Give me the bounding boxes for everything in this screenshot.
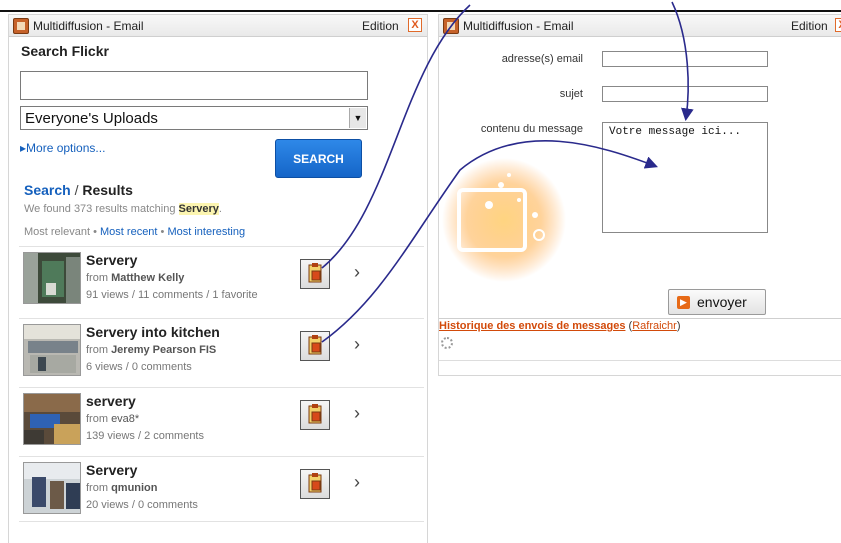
photo-thumbnail[interactable] bbox=[23, 462, 81, 514]
history-line: Historique des envois de messages (Rafra… bbox=[439, 320, 681, 332]
widget-header: Multidiffusion - Email Edition X bbox=[439, 15, 841, 37]
result-title[interactable]: servery bbox=[86, 393, 136, 409]
photo-thumbnail[interactable] bbox=[23, 324, 81, 376]
result-title[interactable]: Servery into kitchen bbox=[86, 324, 220, 340]
chevron-right-icon[interactable]: › bbox=[354, 334, 360, 355]
divider bbox=[439, 318, 841, 319]
photo-thumbnail[interactable] bbox=[23, 252, 81, 304]
results-heading: Search / Results bbox=[24, 182, 133, 198]
sort-relevant: Most relevant bbox=[24, 226, 91, 238]
sort-bullet: • bbox=[160, 226, 165, 238]
divider bbox=[439, 360, 841, 361]
refresh-link[interactable]: Rafraichr bbox=[632, 320, 677, 332]
sort-interesting-link[interactable]: Most interesting bbox=[167, 226, 245, 238]
email-input[interactable] bbox=[602, 51, 768, 67]
chevron-right-icon[interactable]: › bbox=[354, 472, 360, 493]
results-count: We found 373 results matching Servery. bbox=[24, 203, 222, 215]
paren-close: ) bbox=[676, 320, 681, 332]
author-name[interactable]: Matthew Kelly bbox=[111, 272, 184, 284]
send-label: envoyer bbox=[697, 294, 747, 310]
result-row[interactable]: Servery from Matthew Kelly 91 views / 11… bbox=[19, 246, 424, 312]
send-icon: ▶ bbox=[677, 296, 690, 309]
result-author: from qmunion bbox=[86, 482, 158, 494]
result-row[interactable]: servery from eva8* 139 views / 2 comment… bbox=[19, 387, 424, 453]
edition-link[interactable]: Edition bbox=[362, 19, 399, 33]
send-button[interactable]: ▶ envoyer bbox=[668, 289, 766, 315]
from-prefix: from bbox=[86, 482, 108, 494]
dropdown-arrow-icon[interactable]: ▼ bbox=[349, 108, 366, 128]
from-prefix: from bbox=[86, 413, 108, 425]
copy-to-email-button[interactable] bbox=[300, 331, 330, 361]
sort-options: Most relevant • Most recent • Most inter… bbox=[24, 226, 245, 238]
result-stats: 139 views / 2 comments bbox=[86, 430, 204, 442]
result-title[interactable]: Servery bbox=[86, 252, 137, 268]
author-name[interactable]: Jeremy Pearson FIS bbox=[111, 344, 216, 356]
result-author: from Jeremy Pearson FIS bbox=[86, 344, 216, 356]
thumbnail-image bbox=[24, 253, 80, 303]
result-row[interactable]: Servery into kitchen from Jeremy Pearson… bbox=[19, 318, 424, 384]
chevron-right-icon[interactable]: › bbox=[354, 262, 360, 283]
message-textarea[interactable]: Votre message ici... bbox=[602, 122, 768, 233]
clipboard-icon bbox=[308, 263, 322, 283]
flickr-search-widget: Multidiffusion - Email Edition X Search … bbox=[8, 14, 428, 543]
top-border-line bbox=[0, 10, 841, 12]
result-stats: 91 views / 11 comments / 1 favorite bbox=[86, 289, 258, 301]
result-author: from eva8* bbox=[86, 413, 139, 425]
close-icon[interactable]: X bbox=[835, 18, 841, 32]
search-label: Search Flickr bbox=[21, 43, 109, 59]
author-name[interactable]: eva8* bbox=[111, 413, 139, 425]
from-prefix: from bbox=[86, 344, 108, 356]
result-row[interactable]: Servery from qmunion 20 views / 0 commen… bbox=[19, 456, 424, 522]
results-heading-sep: / bbox=[74, 182, 79, 198]
photo-thumbnail[interactable] bbox=[23, 393, 81, 445]
found-prefix: We found 373 results matching bbox=[24, 203, 176, 215]
copy-to-email-button[interactable] bbox=[300, 400, 330, 430]
from-prefix: from bbox=[86, 272, 108, 284]
widget-header: Multidiffusion - Email Edition X bbox=[9, 15, 427, 37]
widget-title: Multidiffusion - Email bbox=[463, 19, 574, 33]
clipboard-icon bbox=[308, 404, 322, 424]
search-input[interactable] bbox=[20, 71, 368, 100]
email-multidiffusion-widget: Multidiffusion - Email Edition X adresse… bbox=[438, 14, 841, 376]
chevron-right-icon[interactable]: › bbox=[354, 403, 360, 424]
thumbnail-image bbox=[24, 325, 80, 375]
select-value: Everyone's Uploads bbox=[25, 110, 158, 127]
clipboard-icon bbox=[308, 473, 322, 493]
copy-to-email-button[interactable] bbox=[300, 469, 330, 499]
email-widget-icon bbox=[443, 18, 459, 34]
thumbnail-image bbox=[24, 394, 80, 444]
results-heading-search[interactable]: Search bbox=[24, 182, 71, 198]
subject-input[interactable] bbox=[602, 86, 768, 102]
decorative-star-graphic bbox=[442, 158, 566, 282]
author-name[interactable]: qmunion bbox=[111, 482, 157, 494]
results-heading-results: Results bbox=[82, 182, 133, 198]
uploads-select[interactable]: Everyone's Uploads ▼ bbox=[20, 106, 368, 130]
result-title[interactable]: Servery bbox=[86, 462, 137, 478]
more-options-label: More options... bbox=[26, 141, 106, 155]
edition-link[interactable]: Edition bbox=[791, 19, 828, 33]
search-button[interactable]: SEARCH bbox=[275, 139, 362, 178]
result-stats: 6 views / 0 comments bbox=[86, 361, 192, 373]
result-stats: 20 views / 0 comments bbox=[86, 499, 198, 511]
widget-title: Multidiffusion - Email bbox=[33, 19, 144, 33]
clipboard-icon bbox=[308, 335, 322, 355]
message-label: contenu du message bbox=[480, 123, 583, 135]
history-link[interactable]: Historique des envois de messages bbox=[439, 320, 625, 332]
result-author: from Matthew Kelly bbox=[86, 272, 184, 284]
sort-bullet: • bbox=[93, 226, 97, 238]
thumbnail-image bbox=[24, 463, 80, 513]
email-widget-icon bbox=[13, 18, 29, 34]
sort-recent-link[interactable]: Most recent bbox=[100, 226, 157, 238]
close-icon[interactable]: X bbox=[408, 18, 422, 32]
loading-spinner-icon bbox=[441, 337, 453, 349]
copy-to-email-button[interactable] bbox=[300, 259, 330, 289]
email-label: adresse(s) email bbox=[501, 53, 583, 65]
subject-label: sujet bbox=[559, 88, 583, 100]
more-options-link[interactable]: ▸More options... bbox=[20, 141, 105, 155]
found-suffix: . bbox=[218, 203, 222, 215]
found-term: Servery bbox=[178, 203, 219, 215]
